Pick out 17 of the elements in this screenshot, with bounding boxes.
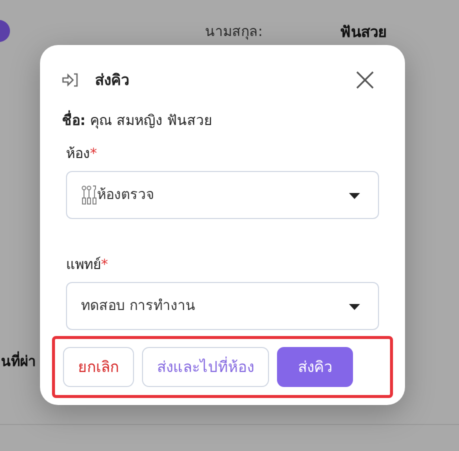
caret-icon <box>349 193 360 199</box>
caret-icon <box>349 304 360 310</box>
send-queue-button[interactable]: ส่งคิว <box>277 347 353 387</box>
send-in-icon <box>62 73 79 87</box>
close-button[interactable] <box>355 70 375 90</box>
surname-label: นามสกุล: <box>205 23 263 42</box>
send-to-room-button[interactable]: ส่งและไปที่ห้อง <box>142 347 269 387</box>
surname-value: ฟันสวย <box>340 22 387 43</box>
select-field[interactable]: ทดสอบ การทำงาน <box>66 282 379 330</box>
instrument-icon <box>81 185 97 205</box>
select-field[interactable]: ห้องตรวจ <box>66 171 379 219</box>
row-label: นที่ผ่า <box>1 352 36 373</box>
field-label: ห้อง* <box>66 145 98 164</box>
field-label: แพทย์* <box>66 256 109 275</box>
dialog-title: ส่งคิว <box>95 70 129 91</box>
patient-name: ชื่อ: คุณ สมหญิง ฟันสวย <box>62 111 383 132</box>
cancel-button[interactable]: ยกเลิก <box>63 347 134 387</box>
